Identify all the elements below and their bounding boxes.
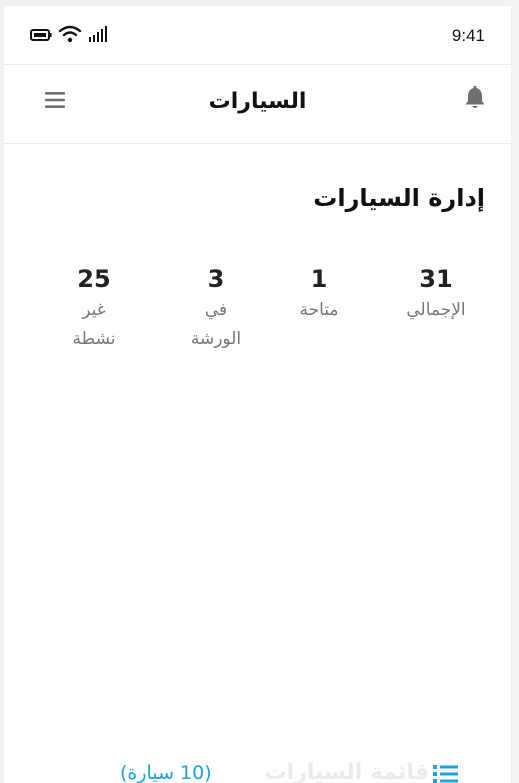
stat-value: 25 — [77, 265, 111, 293]
stat-workshop: 3 في الورشة — [180, 264, 252, 354]
phone-screen: 9:41 السيارات إدارة السيارات 31 الإجمالي… — [4, 6, 511, 783]
status-bar: 9:41 — [4, 6, 511, 65]
status-icons — [30, 25, 112, 47]
list-title: قائمة السيارات — [264, 760, 429, 783]
battery-icon — [30, 27, 52, 46]
cars-list-header: قائمة السيارات (10 سيارة) — [4, 758, 511, 783]
list-count: (10 سيارة) — [120, 762, 212, 783]
signal-icon — [88, 25, 112, 47]
wifi-icon — [58, 25, 82, 47]
stat-available: 1 متاحة — [269, 264, 369, 325]
section-title: إدارة السيارات — [313, 184, 485, 212]
page-title: السيارات — [208, 89, 307, 114]
stat-value: 1 — [310, 265, 328, 293]
top-navbar: السيارات — [4, 65, 511, 144]
stat-total: 31 الإجمالي — [386, 264, 486, 325]
stat-label: الإجمالي — [406, 300, 466, 320]
bell-icon[interactable] — [463, 85, 487, 111]
stat-value: 31 — [419, 265, 453, 293]
status-time: 9:41 — [451, 26, 485, 45]
stat-inactive: 25 غير نشطة — [63, 264, 125, 354]
stat-label: غير نشطة — [72, 300, 116, 349]
stat-label: في الورشة — [190, 300, 242, 349]
stats-row: 31 الإجمالي 1 متاحة 3 في الورشة 25 غير ن… — [4, 264, 511, 374]
stat-value: 3 — [207, 265, 225, 293]
stat-label: متاحة — [299, 300, 339, 320]
list-icon — [433, 762, 459, 783]
